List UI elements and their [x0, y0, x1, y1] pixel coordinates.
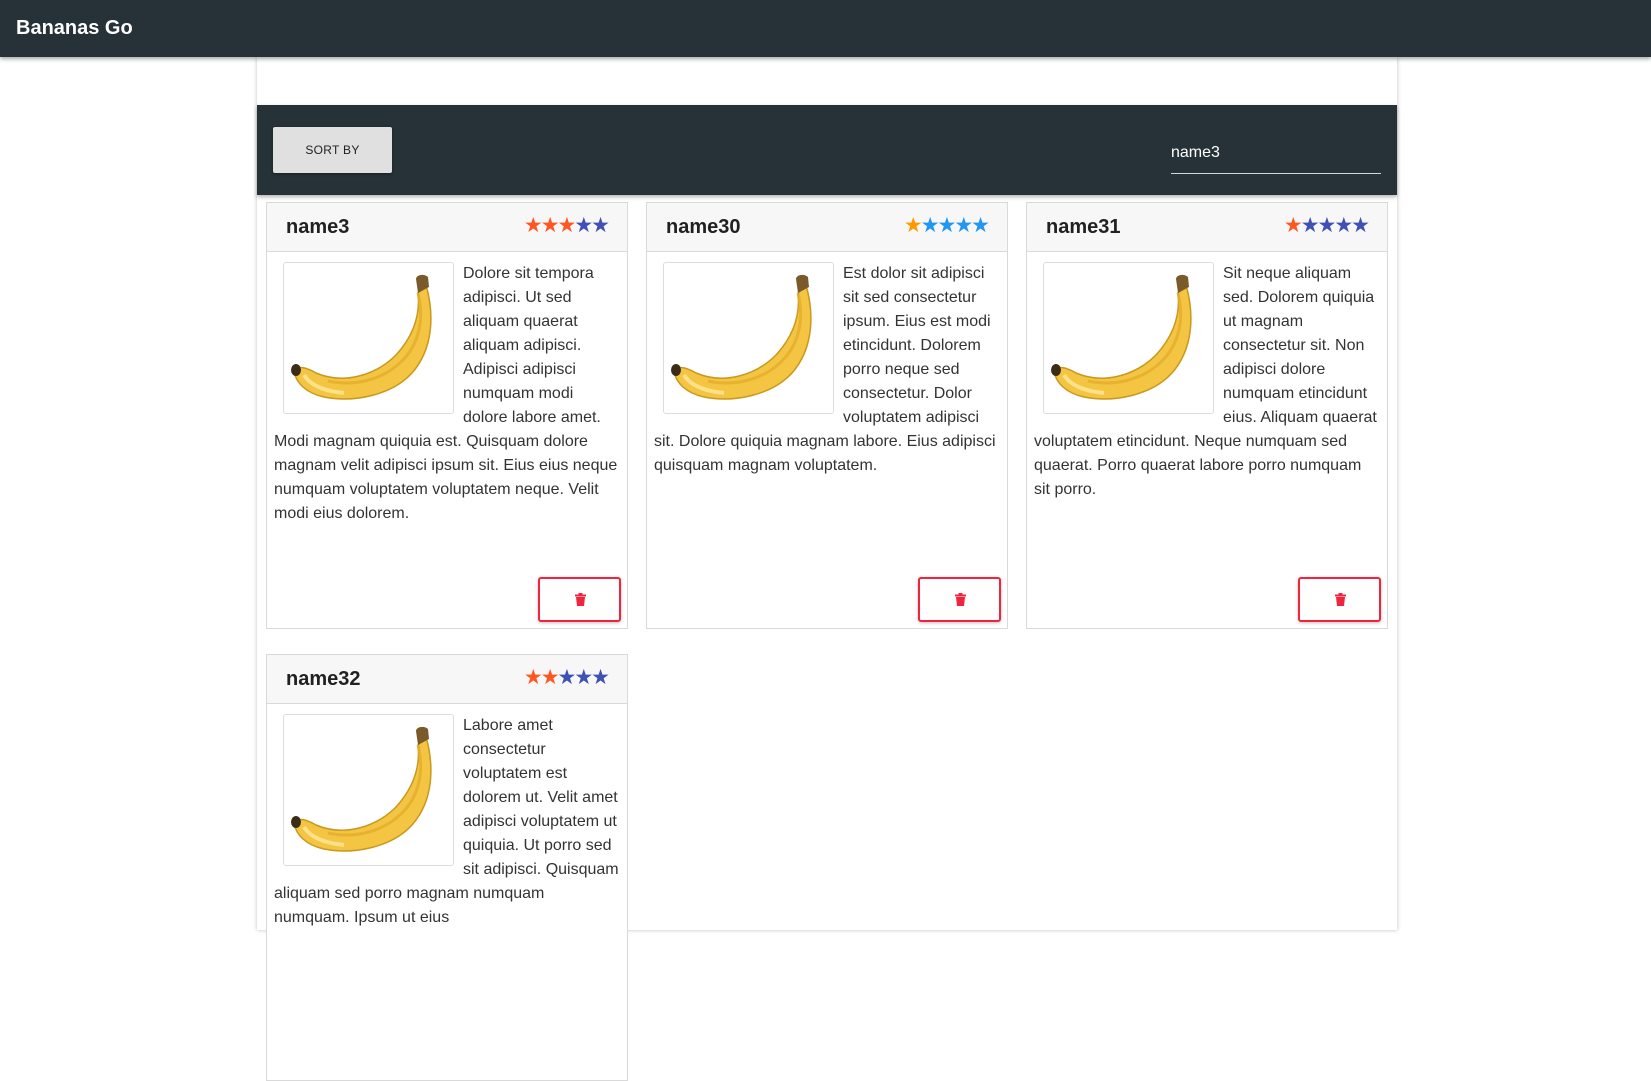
trash-icon [575, 593, 586, 609]
star-empty-icon[interactable]: ★ [591, 665, 610, 689]
search-input[interactable] [1171, 133, 1381, 173]
star-filled-icon[interactable]: ★ [904, 213, 923, 237]
card-body: Dolore sit tempora adipisci. Ut sed aliq… [274, 262, 620, 526]
banana-image [283, 714, 454, 866]
main-container: SORT BY name3 ★★★★★ Dolore sit tempora a… [257, 57, 1397, 1081]
star-empty-icon[interactable]: ★ [558, 665, 577, 689]
banana-image [283, 262, 454, 414]
delete-button[interactable] [538, 577, 621, 622]
star-rating[interactable]: ★★★★★ [524, 213, 610, 237]
star-empty-icon[interactable]: ★ [921, 213, 940, 237]
card-body: Est dolor sit adipisci sit sed consectet… [654, 262, 1000, 478]
card-header: name32 ★★★★★ [267, 655, 627, 704]
star-empty-icon[interactable]: ★ [938, 213, 957, 237]
star-filled-icon[interactable]: ★ [524, 665, 543, 689]
card-title: name3 [286, 216, 350, 238]
star-filled-icon[interactable]: ★ [1284, 213, 1303, 237]
banana-image [663, 262, 834, 414]
card-title: name30 [666, 216, 741, 238]
card-body: Sit neque aliquam sed. Dolorem quiquia u… [1034, 262, 1380, 502]
star-rating[interactable]: ★★★★★ [1284, 213, 1370, 237]
banana-card: name32 ★★★★★ Labore amet consectetur vol… [266, 654, 628, 1081]
banana-card: name31 ★★★★★ Sit neque aliquam sed. Dolo… [1026, 202, 1388, 629]
trash-icon [1335, 593, 1346, 609]
card-title: name31 [1046, 216, 1121, 238]
card-header: name3 ★★★★★ [267, 203, 627, 252]
delete-button[interactable] [1298, 577, 1381, 622]
star-filled-icon[interactable]: ★ [558, 213, 577, 237]
banana-image [1043, 262, 1214, 414]
banana-card: name3 ★★★★★ Dolore sit tempora adipisci.… [266, 202, 628, 629]
banana-card: name30 ★★★★★ Est dolor sit adipisci sit … [646, 202, 1008, 629]
star-empty-icon[interactable]: ★ [1334, 213, 1353, 237]
card-title: name32 [286, 668, 361, 690]
star-filled-icon[interactable]: ★ [541, 665, 560, 689]
star-filled-icon[interactable]: ★ [524, 213, 543, 237]
star-empty-icon[interactable]: ★ [1318, 213, 1337, 237]
star-rating[interactable]: ★★★★★ [524, 665, 610, 689]
star-empty-icon[interactable]: ★ [1351, 213, 1370, 237]
app-bar: Bananas Go [0, 0, 1651, 57]
star-empty-icon[interactable]: ★ [971, 213, 990, 237]
sort-by-button[interactable]: SORT BY [273, 127, 392, 173]
star-rating[interactable]: ★★★★★ [904, 213, 990, 237]
card-header: name31 ★★★★★ [1027, 203, 1387, 252]
delete-button[interactable] [918, 577, 1001, 622]
star-empty-icon[interactable]: ★ [574, 213, 593, 237]
star-empty-icon[interactable]: ★ [591, 213, 610, 237]
card-body: Labore amet consectetur voluptatem est d… [274, 714, 620, 930]
app-title: Bananas Go [16, 17, 133, 39]
star-empty-icon[interactable]: ★ [574, 665, 593, 689]
star-filled-icon[interactable]: ★ [541, 213, 560, 237]
search-field [1171, 133, 1381, 174]
star-empty-icon[interactable]: ★ [1301, 213, 1320, 237]
toolbar: SORT BY [257, 105, 1397, 195]
card-header: name30 ★★★★★ [647, 203, 1007, 252]
star-empty-icon[interactable]: ★ [954, 213, 973, 237]
trash-icon [955, 593, 966, 609]
